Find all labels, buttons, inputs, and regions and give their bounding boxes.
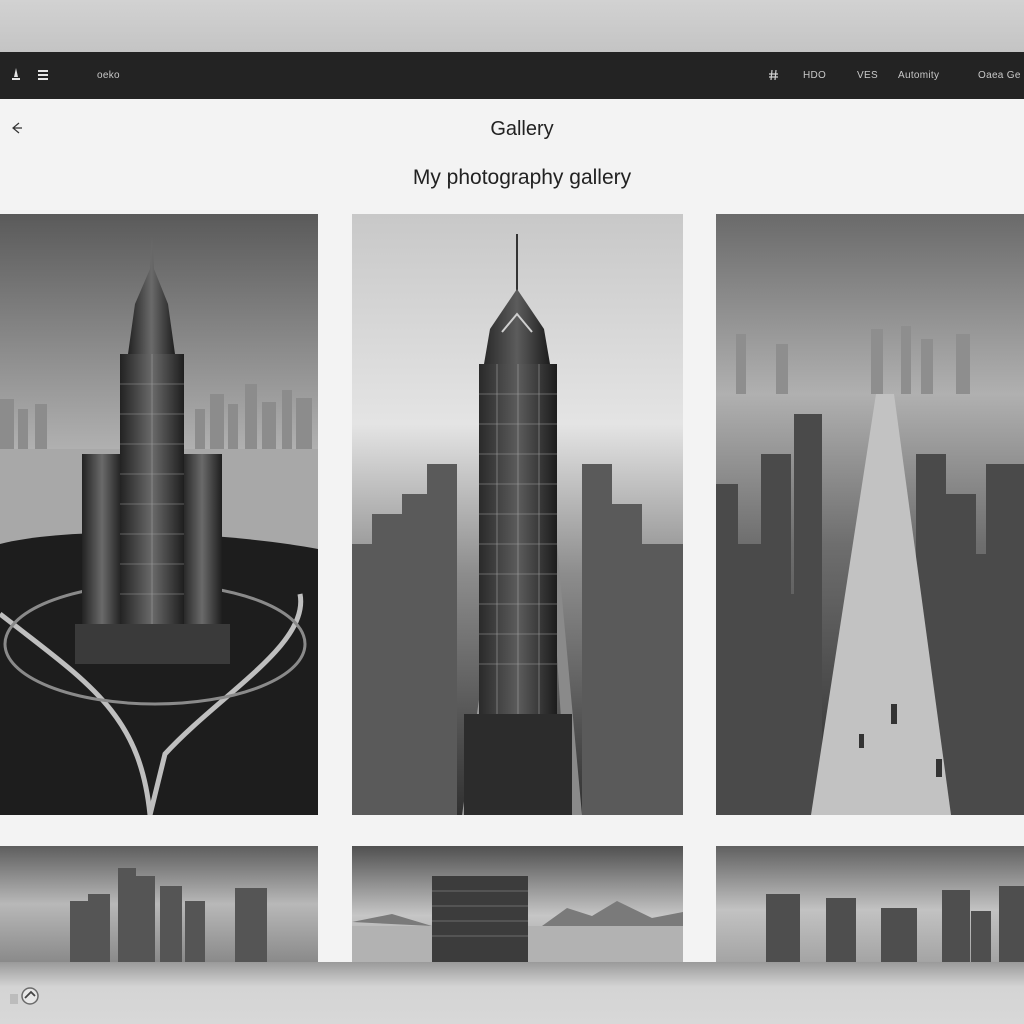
page-subtitle: My photography gallery [412, 166, 632, 189]
browser-window: oeko HDO VES Automity Oaea Ge Gallery My… [0, 52, 1024, 962]
nav-brand-link[interactable]: oeko [97, 70, 120, 81]
gallery-photo-skyline-foggy[interactable] [0, 846, 318, 962]
nav-link-2[interactable]: VES [857, 70, 878, 81]
hash-icon[interactable] [767, 66, 783, 84]
gallery-photo-building-lake[interactable] [352, 846, 683, 962]
page-title: Gallery [490, 118, 554, 140]
nav-link-4[interactable]: Oaea Ge [978, 70, 1021, 81]
nav-link-1[interactable]: HDO [803, 70, 826, 81]
screen-bottom-bezel [0, 962, 1024, 1024]
gallery-photo-canal-city[interactable] [716, 214, 1024, 815]
logo-icon[interactable] [10, 66, 26, 84]
gallery-photo-tower-avenue[interactable] [352, 214, 683, 815]
top-navbar: oeko HDO VES Automity Oaea Ge [0, 52, 1024, 99]
nav-link-3[interactable]: Automity [898, 70, 939, 81]
screen-top-bezel [0, 0, 1024, 52]
gallery-photo-towers-haze[interactable] [716, 846, 1024, 962]
app-icon[interactable] [10, 980, 44, 1014]
menu-icon[interactable] [37, 66, 53, 84]
gallery-photo-tower-riverside[interactable] [0, 214, 318, 815]
